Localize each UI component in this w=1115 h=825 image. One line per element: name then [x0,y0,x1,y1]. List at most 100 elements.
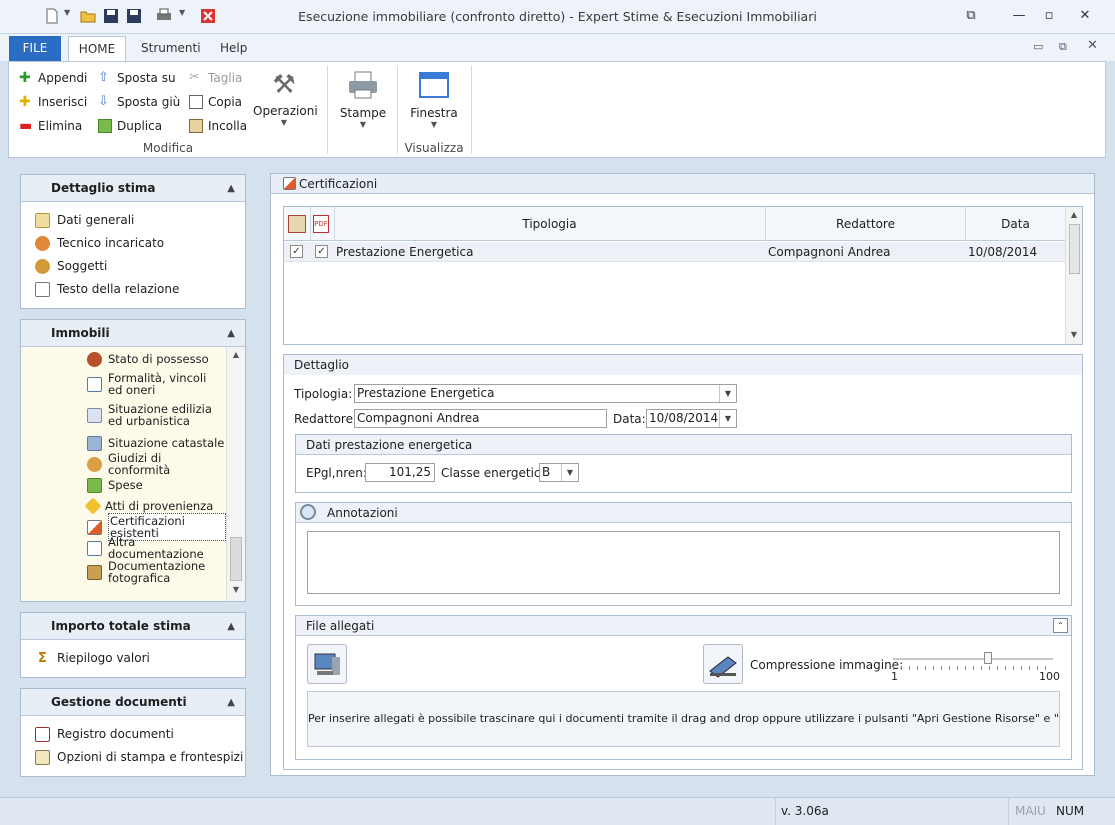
minimize-button[interactable]: — [1006,6,1032,26]
tree-item-giudizi-conformita[interactable]: Giudizi di conformità [21,452,226,476]
ribbon: ✚ Appendi ✚ Inserisci ▬ Elimina ⇧ Sposta su … [8,61,1106,158]
sposta-giu-button[interactable]: ⇩ Sposta giù [98,92,180,112]
chevron-up-icon[interactable]: ▲ [227,689,235,716]
chevron-down-icon[interactable]: ▼ [719,410,736,427]
panel-header[interactable]: Dettaglio stima ▲ [21,175,245,202]
taglia-button[interactable]: ✂ Taglia [189,68,247,88]
grid-scrollbar[interactable]: ▲ ▼ [1065,207,1082,344]
annotazioni-textarea[interactable] [307,531,1060,594]
sidebar-item-dati-generali[interactable]: Dati generali [21,209,245,232]
close-document-icon[interactable] [200,8,216,24]
data-date-picker[interactable]: 10/08/2014 ▼ [646,409,737,428]
chevron-up-icon[interactable]: ▲ [227,320,235,347]
gestione-risorse-button[interactable] [307,644,347,684]
row-checkbox-pdf[interactable]: ✓ [315,245,328,258]
maximize-button[interactable]: ▫ [1036,6,1062,26]
column-header-tipologia[interactable]: Tipologia [334,217,765,231]
tree-item-altra-documentazione[interactable]: Altra documentazione [21,536,226,560]
elimina-button[interactable]: ▬ Elimina [19,116,87,136]
panel-header[interactable]: Immobili ▲ [21,320,245,347]
print-icon[interactable] [156,8,172,24]
redattore-input[interactable]: Compagnoni Andrea [354,409,607,428]
save-all-icon[interactable] [126,8,142,24]
sidebar-item-soggetti[interactable]: Soggetti [21,255,245,278]
plus-icon: ✚ [19,70,31,86]
immobili-scrollbar[interactable]: ▲ ▼ [226,347,245,601]
chevron-up-icon[interactable]: ▲ [227,613,235,640]
drop-zone[interactable]: Per inserire allegati è possibile trasci… [307,691,1060,747]
tab-home[interactable]: HOME [68,36,126,62]
text-document-icon [35,282,50,297]
collapse-icon[interactable]: ⌃ [1053,618,1068,633]
certificate-chart-icon [283,177,296,190]
column-header-redattore[interactable]: Redattore [766,217,965,231]
annotazioni-header: Annotazioni [296,503,1071,523]
slider-ticks [893,666,1053,670]
scanner-button[interactable] [703,644,743,684]
epgl-input[interactable]: 101,25 [365,463,435,482]
chevron-up-icon[interactable]: ▲ [227,175,235,202]
sidebar-item-registro-documenti[interactable]: Registro documenti [21,723,245,746]
scroll-up-icon[interactable]: ▲ [227,350,245,359]
scrollbar-thumb[interactable] [1069,224,1080,274]
compressione-slider[interactable] [893,650,1053,676]
save-icon[interactable] [103,8,119,24]
row-checkbox-certificato[interactable]: ✓ [290,245,303,258]
restore-layout-icon[interactable]: ⧉ [958,6,984,26]
chevron-down-icon[interactable]: ▼ [561,464,578,481]
ribbon-close-icon[interactable]: ✕ [1087,38,1098,53]
incolla-button[interactable]: Incolla [189,116,247,136]
slider-thumb[interactable] [984,652,992,664]
scanner-icon [709,656,737,678]
column-header-data[interactable]: Data [966,217,1065,231]
appendi-button[interactable]: ✚ Appendi [19,68,87,88]
tree-item-stato-possesso[interactable]: Stato di possesso [21,349,209,369]
scroll-down-icon[interactable]: ▼ [1066,330,1082,339]
scrollbar-thumb[interactable] [230,537,242,581]
slider-max-label: 100 [1039,670,1060,683]
stampe-button[interactable]: Stampe ▼ [337,70,389,129]
scroll-up-icon[interactable]: ▲ [1066,210,1082,219]
magnifier-icon[interactable] [300,504,316,520]
table-row[interactable]: ✓ ✓ Prestazione Energetica Compagnoni An… [284,242,1065,262]
certificazioni-panel: Certificazioni PDF Tipologia Redattore D… [270,173,1095,776]
tree-item-situazione-edilizia[interactable]: Situazione edilizia ed urbanistica [21,402,221,428]
inserisci-button[interactable]: ✚ Inserisci [19,92,87,112]
sidebar-item-opzioni-stampa[interactable]: Opzioni di stampa e frontespizi [21,746,245,769]
arrow-down-icon: ⇩ [98,94,109,109]
chevron-down-icon[interactable]: ▼ [64,8,70,17]
tree-item-documentazione-fotografica[interactable]: Documentazione fotografica [21,559,221,585]
open-folder-icon[interactable] [80,8,96,24]
duplica-button[interactable]: Duplica [98,116,180,136]
finestra-button[interactable]: Finestra ▼ [405,70,463,129]
tipologia-label: Tipologia: [294,387,353,401]
epgl-label: EPgl,nren: [306,466,367,480]
certificazioni-grid: PDF Tipologia Redattore Data ✓ ✓ Prestaz… [283,206,1083,345]
panel-header[interactable]: Gestione documenti ▲ [21,689,245,716]
sidebar-item-tecnico-incaricato[interactable]: Tecnico incaricato [21,232,245,255]
close-button[interactable]: ✕ [1072,6,1098,26]
version-label: v. 3.06a [781,804,829,818]
sidebar-item-testo-relazione[interactable]: Testo della relazione [21,278,245,301]
sposta-su-button[interactable]: ⇧ Sposta su [98,68,180,88]
copia-button[interactable]: Copia [189,92,247,112]
classe-energetica-select[interactable]: B ▼ [539,463,579,482]
tree-item-spese[interactable]: Spese [21,475,143,495]
tab-file[interactable]: FILE [9,36,61,61]
panel-header[interactable]: Importo totale stima ▲ [21,613,245,640]
tree-item-situazione-catastale[interactable]: Situazione catastale [21,433,224,453]
scroll-down-icon[interactable]: ▼ [227,585,245,594]
ribbon-restore-icon[interactable]: ⧉ [1059,40,1067,54]
tab-strumenti[interactable]: Strumenti [131,36,211,61]
tipologia-select[interactable]: Prestazione Energetica ▼ [354,384,737,403]
sidebar-item-riepilogo-valori[interactable]: Σ Riepilogo valori [21,647,245,670]
tab-help[interactable]: Help [210,36,257,61]
print-options-icon [35,750,50,765]
tree-item-formalita[interactable]: Formalità, vincoli ed oneri [21,371,221,397]
chevron-down-icon[interactable]: ▼ [179,8,185,17]
ribbon-minimize-icon[interactable]: ▭ [1033,40,1043,53]
tree-item-certificazioni-esistenti[interactable]: Certificazioni esistenti [21,513,226,541]
operazioni-button[interactable]: ⚒ Operazioni ▼ [253,70,318,127]
chevron-down-icon[interactable]: ▼ [719,385,736,402]
new-file-icon[interactable] [44,8,60,24]
